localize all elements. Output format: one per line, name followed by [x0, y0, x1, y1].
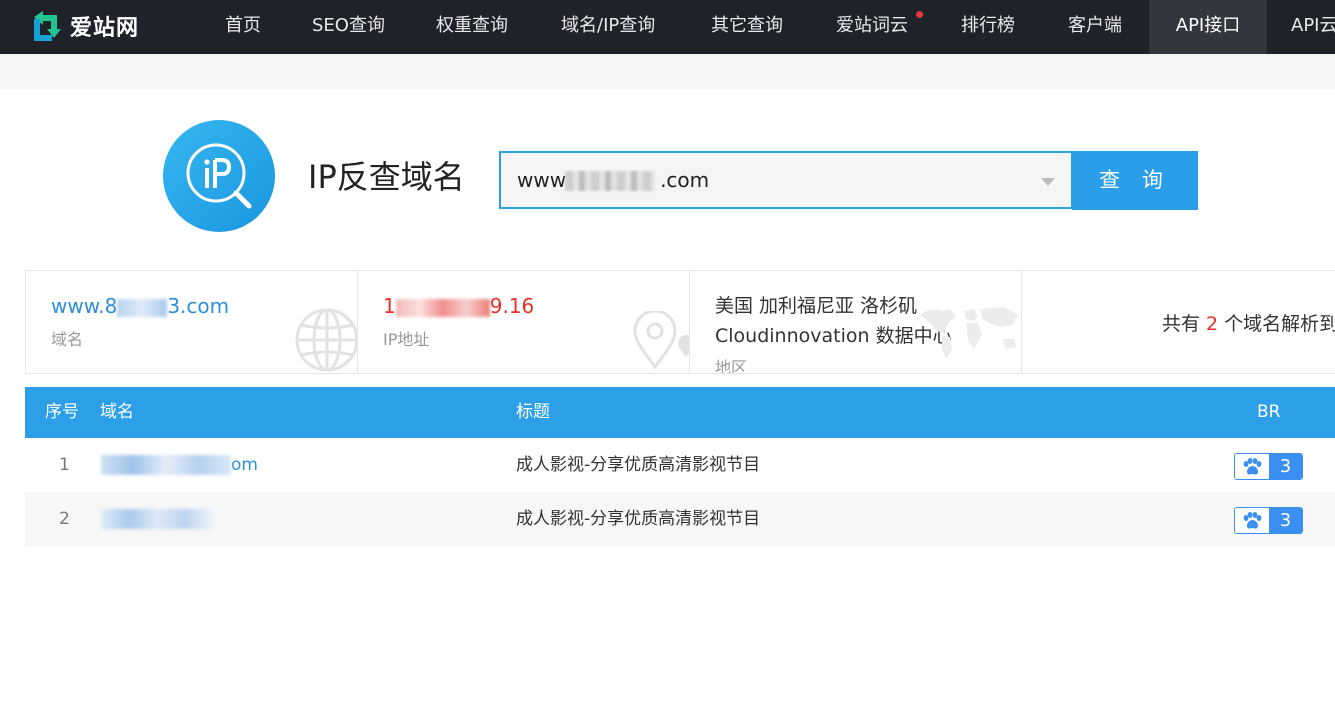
row-title: 成人影视-分享优质高清影视节目 [516, 455, 761, 475]
info-card-domain: www.8 3.com 域名 [26, 271, 358, 373]
ip-value: 1 9.16 [383, 294, 535, 318]
col-domain: 域名 [100, 402, 134, 422]
row-domain-link[interactable] [101, 508, 213, 530]
col-title: 标题 [516, 402, 550, 422]
summary-text: 共有 2 个域名解析到 [1162, 313, 1335, 335]
info-card-ip: 1 9.16 IP地址 [358, 271, 690, 373]
domain-value[interactable]: www.8 3.com [51, 293, 229, 319]
br-value: 3 [1269, 454, 1302, 479]
nav-item-wordcloud[interactable]: 爱站词云 [836, 0, 908, 54]
location-pin-icon [628, 309, 689, 373]
logo-text: 爱站网 [70, 16, 140, 41]
col-index: 序号 [45, 402, 79, 422]
table-row: 1 om 成人影视-分享优质高清影视节目 3 [25, 438, 1335, 492]
nav-item-domain-ip[interactable]: 域名/IP查询 [561, 0, 655, 54]
search-button[interactable]: 查 询 [1072, 151, 1198, 210]
ip-label: IP地址 [383, 330, 430, 349]
nav-item-seo[interactable]: SEO查询 [312, 0, 385, 54]
nav-item-api[interactable]: API接口 [1149, 0, 1267, 54]
nav-item-other[interactable]: 其它查询 [711, 0, 783, 54]
ip-search-icon [163, 120, 275, 232]
site-logo[interactable]: 爱站网 [30, 7, 139, 45]
row-domain-link[interactable]: om [101, 454, 258, 476]
paw-icon [1235, 454, 1269, 479]
nav-item-weight[interactable]: 权重查询 [436, 0, 508, 54]
globe-icon [294, 307, 357, 373]
baidu-rank-badge[interactable]: 3 [1234, 507, 1303, 534]
baidu-rank-badge[interactable]: 3 [1234, 453, 1303, 480]
info-card-region: 美国 加利福尼亚 洛杉矶 Cloudinnovation 数据中心 地区 [690, 271, 1022, 373]
top-navigation: 爱站网 首页 SEO查询 权重查询 域名/IP查询 其它查询 爱站词云 排行榜 … [0, 0, 1335, 54]
row-index: 2 [59, 509, 70, 529]
world-map-icon [916, 305, 1021, 365]
page-title: IP反查域名 [308, 158, 465, 196]
subheader-bar [0, 54, 1335, 89]
br-value: 3 [1269, 508, 1302, 533]
paw-icon [1235, 508, 1269, 533]
redacted-text [565, 171, 655, 191]
nav-item-api-cloud[interactable]: API云 [1291, 0, 1335, 54]
new-dot-badge [916, 11, 923, 18]
info-card-summary: 共有 2 个域名解析到 [1022, 271, 1335, 373]
domain-search-input[interactable]: www .com [499, 151, 1073, 209]
region-line-1: 美国 加利福尼亚 洛杉矶 [715, 295, 918, 317]
domain-count: 2 [1206, 313, 1219, 335]
row-index: 1 [59, 455, 70, 475]
nav-item-home[interactable]: 首页 [225, 0, 261, 54]
dropdown-caret-icon[interactable] [1041, 178, 1055, 186]
logo-icon [30, 9, 64, 43]
row-title: 成人影视-分享优质高清影视节目 [516, 509, 761, 529]
nav-item-ranking[interactable]: 排行榜 [961, 0, 1015, 54]
nav-item-client[interactable]: 客户端 [1068, 0, 1122, 54]
table-row: 2 成人影视-分享优质高清影视节目 3 [25, 492, 1335, 546]
domain-label: 域名 [51, 330, 84, 349]
info-summary-row: www.8 3.com 域名 1 9.16 IP地址 美国 加利福尼亚 洛杉矶 … [25, 270, 1335, 374]
table-header: 序号 域名 标题 BR [25, 387, 1335, 438]
region-label: 地区 [715, 358, 748, 373]
col-br: BR [1257, 402, 1281, 422]
